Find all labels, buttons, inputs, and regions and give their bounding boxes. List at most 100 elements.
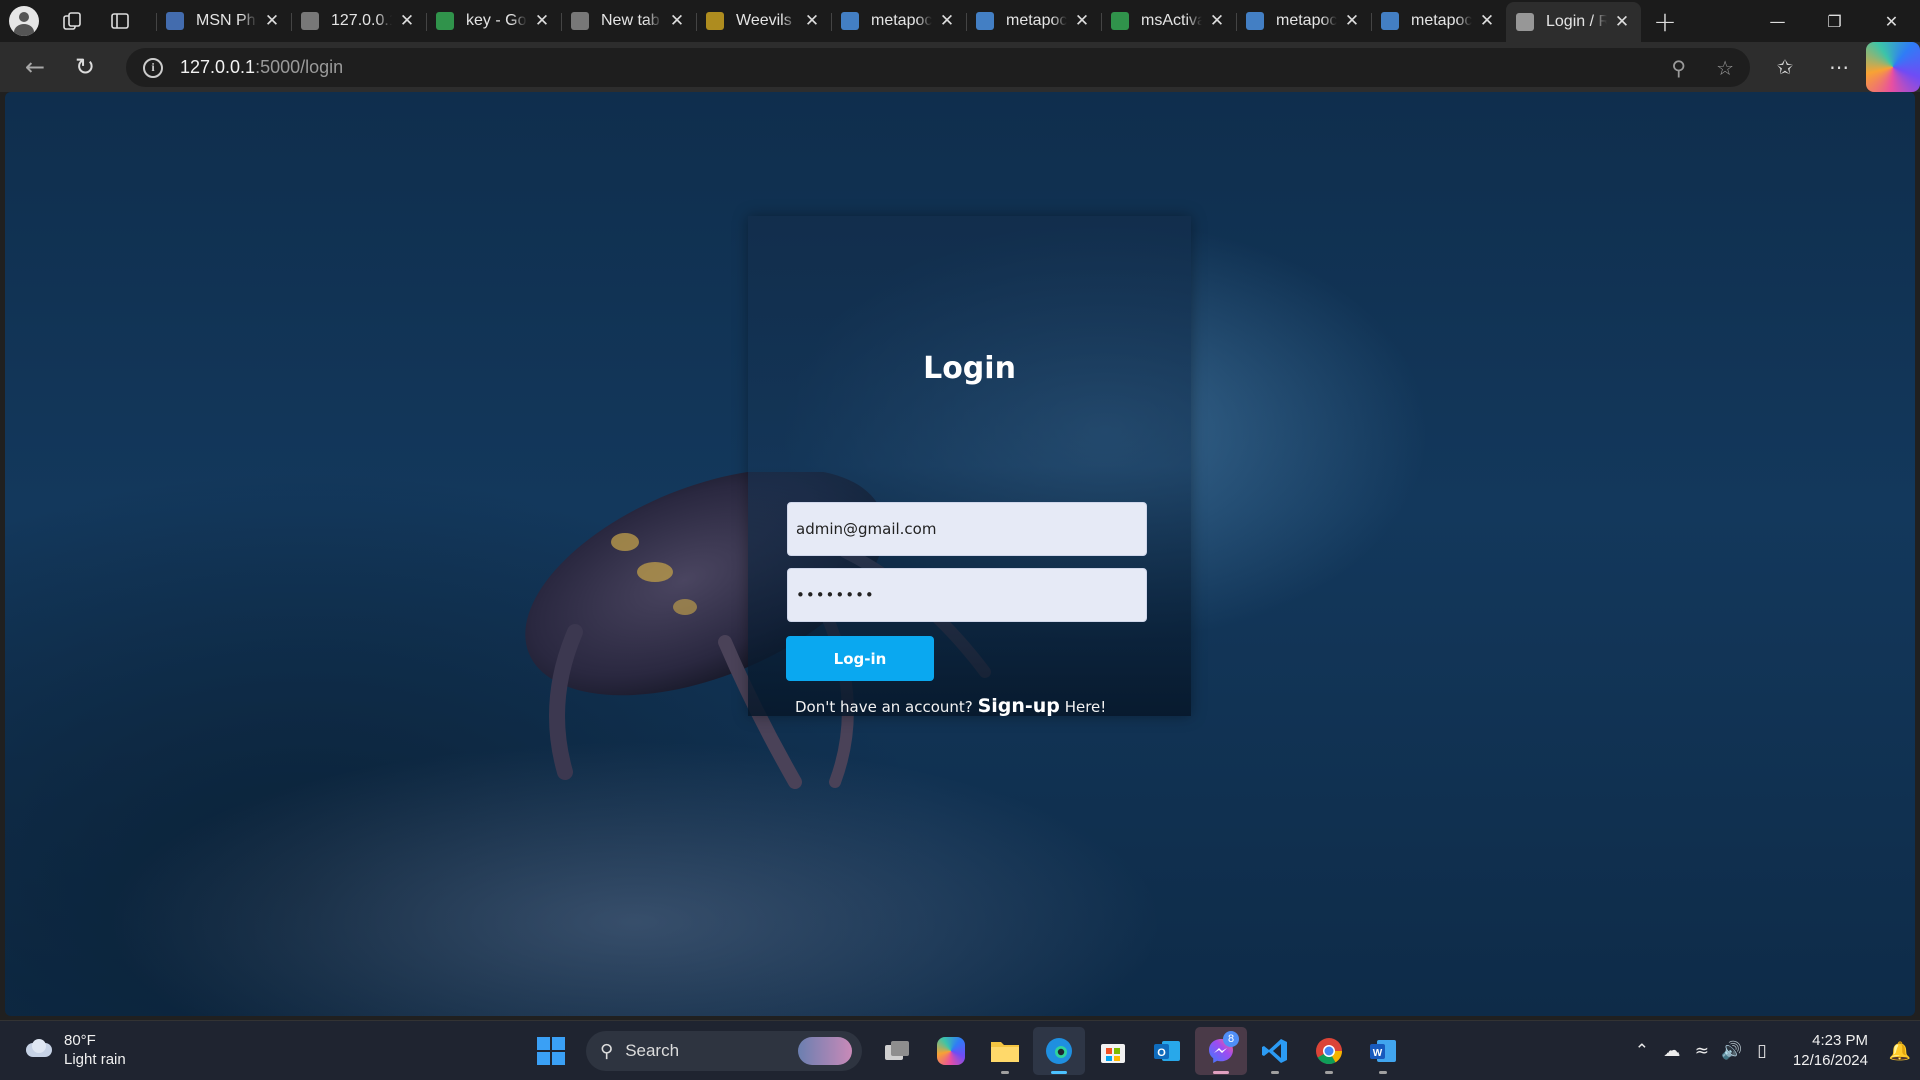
start-button[interactable] — [525, 1027, 577, 1075]
copilot-taskbar-button[interactable] — [925, 1027, 977, 1075]
address-bar-actions: ⚲ ☆ — [1671, 48, 1734, 87]
search-icon: ⚲ — [600, 1040, 614, 1062]
tab-close-icon[interactable]: ✕ — [938, 11, 956, 31]
tab-title: MSN Phi — [196, 12, 257, 29]
tab-title: Login / R — [1546, 13, 1607, 30]
profile-avatar-icon — [9, 6, 39, 36]
copilot-button[interactable] — [1866, 42, 1920, 92]
tab-list: MSN Phi ✕ 127.0.0.1 ✕ key - Go ✕ New tab ✕ Weevi… — [156, 0, 1641, 42]
favorites-button[interactable]: ✩ — [1758, 42, 1812, 92]
clock-time: 4:23 PM — [1812, 1032, 1868, 1049]
onedrive-icon[interactable]: ☁ — [1657, 1041, 1687, 1061]
browser-tab[interactable]: MSN Phi ✕ — [156, 3, 291, 39]
browser-tab[interactable]: key - Go ✕ — [426, 3, 561, 39]
weather-widget[interactable]: 80°F Light rain — [22, 1031, 126, 1069]
tab-title: Weevils — [736, 12, 792, 29]
browser-tab[interactable]: metapoc ✕ — [966, 3, 1101, 39]
tab-close-icon[interactable]: ✕ — [1613, 12, 1631, 32]
login-title: Login — [923, 351, 1016, 386]
search-icon — [1381, 12, 1399, 30]
refresh-button[interactable]: ↻ — [60, 42, 110, 92]
volume-icon[interactable]: 🔊 — [1717, 1041, 1747, 1061]
browser-tab[interactable]: metapoc ✕ — [1236, 3, 1371, 39]
messenger-badge: 8 — [1223, 1031, 1239, 1047]
tab-close-icon[interactable]: ✕ — [803, 11, 821, 31]
search-icon — [1246, 12, 1264, 30]
tab-close-icon[interactable]: ✕ — [263, 11, 281, 31]
workspaces-button[interactable] — [48, 0, 96, 42]
url-text[interactable]: 127.0.0.1:5000/login — [180, 57, 343, 78]
outlook-button[interactable]: O — [1141, 1027, 1193, 1075]
back-button[interactable]: ← — [10, 42, 60, 92]
browser-tab[interactable]: New tab ✕ — [561, 3, 696, 39]
weather-description: Light rain — [64, 1051, 126, 1068]
outlook-icon: O — [1154, 1041, 1180, 1061]
browser-tab[interactable]: Weevils ✕ — [696, 3, 831, 39]
clock[interactable]: 4:23 PM 12/16/2024 — [1793, 1031, 1868, 1071]
tab-close-icon[interactable]: ✕ — [398, 11, 416, 31]
document-icon — [301, 12, 319, 30]
browser-tab[interactable]: Login / R ✕ — [1506, 2, 1641, 42]
signup-suffix-text: Here! — [1064, 698, 1107, 716]
messenger-button[interactable]: 8 — [1195, 1027, 1247, 1075]
wifi-icon[interactable]: ≈ — [1687, 1041, 1717, 1061]
tab-close-icon[interactable]: ✕ — [1208, 11, 1226, 31]
weather-temperature: 80°F — [64, 1032, 96, 1049]
vertical-tabs-button[interactable] — [96, 0, 144, 42]
favorite-star-icon[interactable]: ☆ — [1716, 56, 1734, 80]
email-input[interactable] — [787, 502, 1147, 556]
taskbar-apps: ⚲ Search O 8 W — [524, 1027, 1410, 1075]
tab-close-icon[interactable]: ✕ — [1478, 11, 1496, 31]
password-input[interactable] — [787, 568, 1147, 622]
edge-browser-button[interactable] — [1033, 1027, 1085, 1075]
chrome-icon — [1316, 1038, 1343, 1065]
login-button[interactable]: Log-in — [786, 636, 934, 681]
signup-link[interactable]: Sign-up — [978, 695, 1060, 717]
login-card: Login Log-in Don't have an account? Sign… — [748, 216, 1191, 717]
browser-tab[interactable]: metapoc ✕ — [831, 3, 966, 39]
tab-title: metapoc — [871, 12, 932, 29]
tab-close-icon[interactable]: ✕ — [533, 11, 551, 31]
settings-more-button[interactable]: ⋯ — [1812, 42, 1866, 92]
browser-tab[interactable]: msActiva ✕ — [1101, 3, 1236, 39]
windows-logo-icon — [537, 1037, 565, 1065]
back-arrow-icon: ← — [24, 53, 46, 81]
battery-icon[interactable]: ▯ — [1747, 1041, 1777, 1061]
weevil-icon — [706, 12, 724, 30]
url-host: 127.0.0.1 — [180, 57, 256, 77]
tab-title: metapoc — [1006, 12, 1067, 29]
chrome-button[interactable] — [1303, 1027, 1355, 1075]
window-controls: — ❐ ✕ — [1749, 0, 1920, 42]
password-key-icon[interactable]: ⚲ — [1671, 56, 1686, 80]
taskbar: 80°F Light rain ⚲ Search O 8 W ⌃ ☁ ≈ 🔊 ▯… — [0, 1020, 1920, 1080]
microsoft-store-button[interactable] — [1087, 1027, 1139, 1075]
vscode-button[interactable] — [1249, 1027, 1301, 1075]
tab-title: New tab — [601, 12, 660, 29]
toolbar-right: ✩ ⋯ — [1758, 42, 1920, 92]
file-explorer-button[interactable] — [979, 1027, 1031, 1075]
address-bar[interactable]: i 127.0.0.1:5000/login ⚲ ☆ — [126, 48, 1750, 87]
tab-close-icon[interactable]: ✕ — [668, 11, 686, 31]
close-window-button[interactable]: ✕ — [1863, 0, 1920, 42]
page-viewport: Login Log-in Don't have an account? Sign… — [5, 92, 1915, 1016]
task-view-button[interactable] — [871, 1027, 923, 1075]
browser-tab[interactable]: 127.0.0.1 ✕ — [291, 3, 426, 39]
tab-close-icon[interactable]: ✕ — [1073, 11, 1091, 31]
word-button[interactable]: W — [1357, 1027, 1409, 1075]
show-hidden-icons-chevron-icon[interactable]: ⌃ — [1627, 1041, 1657, 1061]
new-tab-button[interactable]: + — [1643, 3, 1687, 39]
clock-date: 12/16/2024 — [1792, 1052, 1868, 1069]
minimize-button[interactable]: — — [1749, 0, 1806, 42]
profile-button[interactable] — [0, 0, 48, 42]
site-info-button[interactable]: i — [126, 57, 180, 78]
notification-bell-icon[interactable]: 🔔 — [1880, 1041, 1920, 1062]
svg-text:O: O — [1157, 1047, 1166, 1059]
folder-icon — [991, 1042, 1019, 1062]
taskbar-search[interactable]: ⚲ Search — [586, 1031, 862, 1071]
refresh-icon: ↻ — [74, 53, 96, 81]
signup-prefix-text: Don't have an account? — [795, 698, 973, 716]
browser-tab[interactable]: metapoc ✕ — [1371, 3, 1506, 39]
system-tray: ⌃ ☁ ≈ 🔊 ▯ 4:23 PM 12/16/2024 🔔 — [1627, 1021, 1920, 1080]
restore-button[interactable]: ❐ — [1806, 0, 1863, 42]
tab-close-icon[interactable]: ✕ — [1343, 11, 1361, 31]
